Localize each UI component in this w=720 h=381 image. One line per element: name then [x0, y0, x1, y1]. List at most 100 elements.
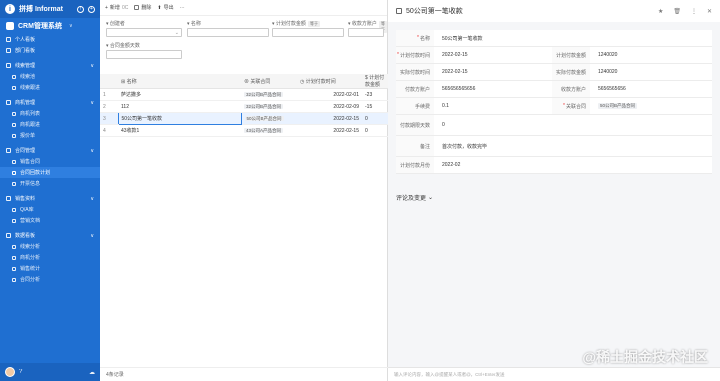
- sidebar-item-marketing-docs[interactable]: 营销文档: [0, 215, 100, 226]
- sidebar-item-lead-analysis[interactable]: 线索分析: [0, 241, 100, 252]
- detail-panel: 50公司第一笔收款 ★ 🗑 ⋮ ✕ * 名称 50公司第一笔收款 * 计划付款时间 …: [388, 0, 720, 381]
- plan-amount-field[interactable]: 1240020: [590, 47, 708, 63]
- avatar[interactable]: [5, 367, 15, 377]
- filter-days-input[interactable]: [106, 50, 182, 59]
- column-header-name[interactable]: ⊞ 名称: [118, 74, 241, 89]
- chevron-down-icon: ⌄: [174, 30, 179, 36]
- sidebar-item-lead-pool[interactable]: 线索池: [0, 71, 100, 82]
- table-row-selected[interactable]: 3 50公司第一笔收款 50公司B产品合同 2022-02-15 0: [100, 112, 388, 125]
- sidebar-item-label: 商机列表: [20, 111, 41, 117]
- row-name[interactable]: 43收款1: [118, 124, 241, 137]
- filter-name-input[interactable]: [187, 28, 269, 37]
- sidebar-group-header[interactable]: 合同管理 ∨: [0, 145, 100, 156]
- sidebar-header: i 拼搏 Informat ! +: [0, 0, 100, 18]
- contract-tag[interactable]: 50公司B产品合同: [598, 103, 638, 109]
- cloud-icon[interactable]: ☁: [89, 369, 95, 376]
- app-name: CRM管理系统: [18, 23, 62, 30]
- add-icon[interactable]: +: [88, 5, 95, 13]
- sidebar-group-header[interactable]: 商机管理 ∨: [0, 97, 100, 108]
- table-row[interactable]: 4 43收款1 43公司A产品合同 2022-02-15 0: [100, 124, 388, 137]
- sidebar-item-personal-board[interactable]: 个人看板: [0, 34, 100, 45]
- sidebar-footer: ? ☁: [0, 363, 100, 381]
- sidebar-group-label: 合同管理: [15, 148, 36, 154]
- sidebar-group-header[interactable]: 线索管理 ∨: [0, 60, 100, 71]
- contract-tag[interactable]: 32公司B产品合同: [244, 91, 284, 97]
- filter-creator-select[interactable]: ⌄: [106, 28, 182, 37]
- column-header-plan-amount[interactable]: $ 计划付款金额: [362, 74, 388, 89]
- comment-input[interactable]: 输入评论内容，输入@提醒某人或者@，Ctrl+Enter发送: [388, 367, 720, 381]
- name-field[interactable]: 50公司第一笔收款: [434, 30, 712, 46]
- field-row: 备注 首次付款，收款完毕: [396, 136, 712, 157]
- plan-time-field[interactable]: 2022-02-15: [434, 47, 552, 63]
- field-row: * 名称 50公司第一笔收款: [396, 30, 712, 47]
- real-amount-field[interactable]: 1240020: [590, 64, 708, 80]
- note-field[interactable]: 首次付款，收款完毕: [434, 136, 712, 156]
- sidebar-item-qa[interactable]: Q/A库: [0, 204, 100, 215]
- contract-tag[interactable]: 43公司A产品合同: [244, 127, 284, 133]
- comments-section-toggle[interactable]: 评论及变更 ⌄: [396, 193, 433, 202]
- sidebar-item-label: 商机跟进: [20, 122, 41, 128]
- operator-tag[interactable]: 等于: [308, 21, 320, 27]
- filter-recv-account-input[interactable]: [348, 28, 384, 37]
- sidebar-item-payment-plan[interactable]: 合同回款计划: [0, 167, 100, 178]
- sidebar-item-label: 线索分析: [20, 244, 41, 250]
- payment-plan-table: ⊞ 名称 ⊗ 关联合同 ◷ 计划付款时间 $ 计划付款金额 1 萨达撒多 32公…: [100, 74, 388, 137]
- chevron-down-icon: ∨: [90, 62, 94, 69]
- close-icon[interactable]: ✕: [707, 8, 712, 15]
- contract-tag[interactable]: 50公司B产品合同: [244, 115, 284, 121]
- days-field[interactable]: 0: [434, 115, 712, 135]
- sidebar-item-opp-analysis[interactable]: 商机分析: [0, 252, 100, 263]
- new-button-label: 新增: [109, 5, 120, 11]
- notification-icon[interactable]: !: [77, 5, 84, 13]
- help-icon[interactable]: ?: [19, 369, 22, 375]
- row-name[interactable]: 112: [118, 100, 241, 113]
- fee-field[interactable]: 0.1: [434, 98, 552, 114]
- sidebar-item-sales-contract[interactable]: 销售合同: [0, 156, 100, 167]
- star-icon[interactable]: ★: [658, 8, 663, 15]
- column-header-contract[interactable]: ⊗ 关联合同: [241, 74, 297, 89]
- row-contract: 32公司B产品合同: [241, 88, 297, 101]
- table-row[interactable]: 2 112 32公司B产品合同 2022-02-09 -15: [100, 100, 388, 113]
- sidebar-item-dept-board[interactable]: 部门看板: [0, 45, 100, 56]
- sidebar-item-opp-followup[interactable]: 商机跟进: [0, 119, 100, 130]
- sidebar-item-label: 合同分析: [20, 277, 41, 283]
- sidebar-item-label: 线索跟进: [20, 85, 41, 91]
- filter-label-text: 名称: [190, 21, 201, 27]
- row-name[interactable]: 萨达撒多: [118, 88, 241, 101]
- sidebar-item-opp-list[interactable]: 商机列表: [0, 108, 100, 119]
- row-contract: 43公司A产品合同: [241, 124, 297, 137]
- trash-icon[interactable]: 🗑: [673, 8, 681, 15]
- dashboard-icon: [6, 48, 11, 53]
- app-switcher[interactable]: CRM管理系统 ∨: [0, 18, 100, 34]
- column-header-label: 计划付款金额: [365, 75, 385, 88]
- contract-tag[interactable]: 32公司B产品合同: [244, 103, 284, 109]
- row-plan-amount: -15: [362, 100, 388, 113]
- pay-account-field[interactable]: 565656565656: [434, 81, 552, 97]
- filter-label-name: ▾ 名称: [187, 21, 201, 27]
- sidebar-item-invoice[interactable]: 开票信息: [0, 178, 100, 189]
- month-field[interactable]: 2022-02: [434, 157, 712, 173]
- column-header-plan-date[interactable]: ◷ 计划付款时间: [297, 74, 362, 89]
- field-label: 实际付款金额: [552, 64, 590, 80]
- row-index: 2: [100, 100, 118, 113]
- more-icon[interactable]: ⋮: [691, 8, 697, 15]
- sidebar-item-contract-analysis[interactable]: 合同分析: [0, 274, 100, 285]
- recv-account-field[interactable]: 5656565656: [590, 81, 708, 97]
- new-button[interactable]: + 新增 0C: [105, 4, 128, 12]
- sidebar-group-label: 线索管理: [15, 63, 36, 69]
- table-row[interactable]: 1 萨达撒多 32公司B产品合同 2022-02-01 -23: [100, 88, 388, 101]
- contract-field[interactable]: 50公司B产品合同: [590, 98, 708, 114]
- app-logo-icon: [6, 22, 14, 30]
- index-header: [100, 74, 118, 89]
- sidebar-group-header[interactable]: 数据看板 ∨: [0, 230, 100, 241]
- sidebar-item-lead-followup[interactable]: 线索跟进: [0, 82, 100, 93]
- row-name[interactable]: 50公司第一笔收款: [117, 112, 242, 125]
- filter-plan-amount-input[interactable]: [272, 28, 344, 37]
- real-time-field[interactable]: 2022-02-15: [434, 64, 552, 80]
- sidebar-item-quote[interactable]: 报价单: [0, 130, 100, 141]
- delete-button[interactable]: 删除: [134, 4, 151, 11]
- sidebar-item-sales-stats[interactable]: 销售统计: [0, 263, 100, 274]
- more-button[interactable]: ⋯: [180, 5, 185, 11]
- sidebar-group-header[interactable]: 销售资料 ∨: [0, 193, 100, 204]
- export-button[interactable]: ⬆ 导出: [157, 4, 173, 12]
